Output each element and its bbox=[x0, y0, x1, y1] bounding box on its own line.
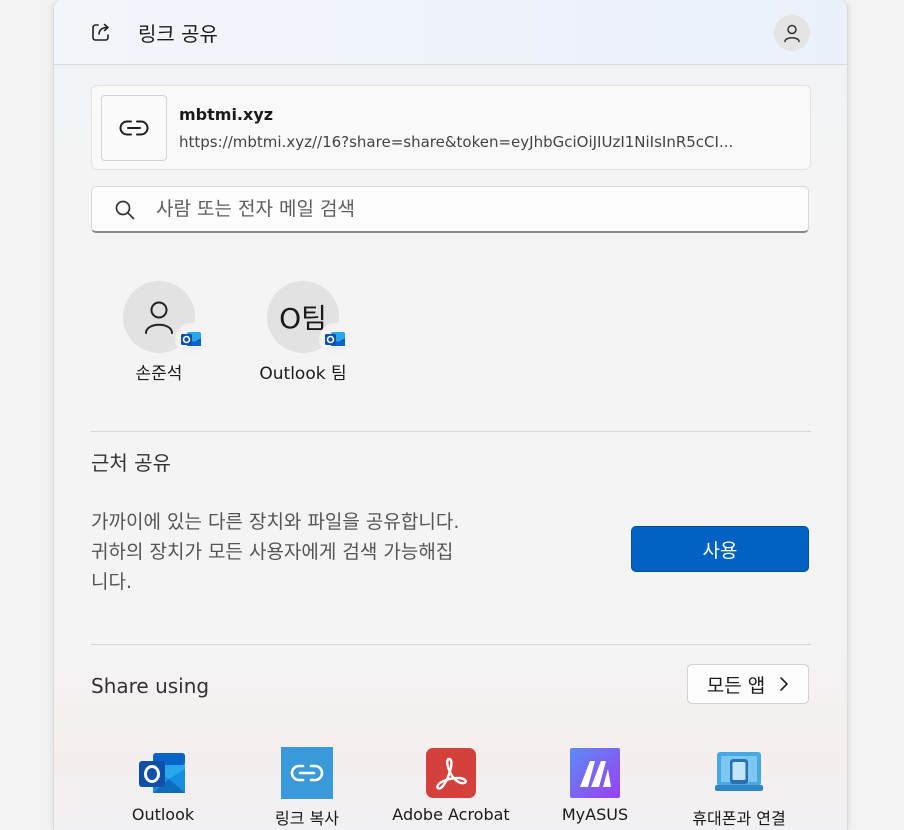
outlook-badge bbox=[319, 323, 351, 355]
contact-item[interactable]: 손준석 bbox=[99, 281, 219, 384]
header: 링크 공유 bbox=[54, 0, 847, 65]
link-copy-icon bbox=[281, 747, 333, 799]
app-label: 휴대폰과 연결 bbox=[692, 809, 786, 828]
app-label: Adobe Acrobat bbox=[392, 805, 510, 824]
contact-item[interactable]: O팀 Outlook 팀 bbox=[243, 281, 363, 384]
share-app-adobe-acrobat[interactable]: Adobe Acrobat bbox=[381, 747, 521, 824]
outlook-badge bbox=[175, 323, 207, 355]
adobe-acrobat-icon bbox=[425, 747, 477, 799]
account-button[interactable] bbox=[774, 15, 810, 51]
link-preview-card: mbtmi.xyz https://mbtmi.xyz//16?share=sh… bbox=[91, 85, 811, 170]
page-title: 링크 공유 bbox=[138, 22, 218, 46]
link-icon bbox=[119, 120, 149, 136]
contact-name: Outlook 팀 bbox=[259, 364, 347, 384]
search-input[interactable] bbox=[154, 193, 788, 225]
all-apps-button[interactable]: 모든 앱 bbox=[687, 664, 809, 704]
description-line: 가까이에 있는 다른 장치와 파일을 공유합니다. bbox=[91, 511, 460, 533]
link-title: mbtmi.xyz bbox=[179, 105, 274, 124]
share-panel: 링크 공유 mbtmi.xyz https://mbtmi.xyz//16?sh… bbox=[53, 0, 848, 830]
contact-avatar: O팀 bbox=[267, 281, 351, 355]
outlook-icon bbox=[181, 332, 201, 346]
enable-nearby-share-button[interactable]: 사용 bbox=[631, 526, 809, 572]
share-icon bbox=[92, 23, 109, 41]
all-apps-label: 모든 앱 bbox=[706, 674, 766, 697]
contact-name: 손준석 bbox=[135, 364, 183, 384]
app-label: 링크 복사 bbox=[275, 809, 339, 828]
app-label: Outlook bbox=[131, 805, 195, 824]
share-app-phone-link[interactable]: 휴대폰과 연결 bbox=[669, 747, 809, 829]
person-icon bbox=[145, 301, 173, 334]
share-app-link-copy[interactable]: 링크 복사 bbox=[237, 747, 377, 829]
search-icon bbox=[115, 200, 135, 220]
link-url: https://mbtmi.xyz//16?share=share&token=… bbox=[179, 133, 734, 151]
divider bbox=[91, 644, 811, 645]
chevron-right-icon bbox=[780, 677, 789, 691]
share-app-myasus[interactable]: MyASUS bbox=[525, 747, 665, 824]
link-thumbnail bbox=[101, 95, 167, 161]
myasus-icon bbox=[569, 747, 621, 799]
app-label: MyASUS bbox=[561, 805, 629, 824]
nearby-share-title: 근처 공유 bbox=[91, 451, 171, 475]
person-icon bbox=[784, 24, 800, 43]
share-using-title: Share using bbox=[91, 674, 210, 698]
outlook-icon bbox=[325, 332, 345, 346]
outlook-icon bbox=[137, 747, 189, 799]
description-line: 니다. bbox=[91, 571, 132, 593]
share-app-outlook[interactable]: Outlook bbox=[93, 747, 233, 824]
phone-link-icon bbox=[713, 747, 765, 799]
divider bbox=[91, 431, 811, 432]
description-line: 귀하의 장치가 모든 사용자에게 검색 가능해집 bbox=[91, 541, 454, 563]
contact-avatar bbox=[123, 281, 207, 355]
nearby-share-description: 가까이에 있는 다른 장치와 파일을 공유합니다. 귀하의 장치가 모든 사용자… bbox=[91, 507, 551, 597]
search-box bbox=[91, 186, 809, 233]
